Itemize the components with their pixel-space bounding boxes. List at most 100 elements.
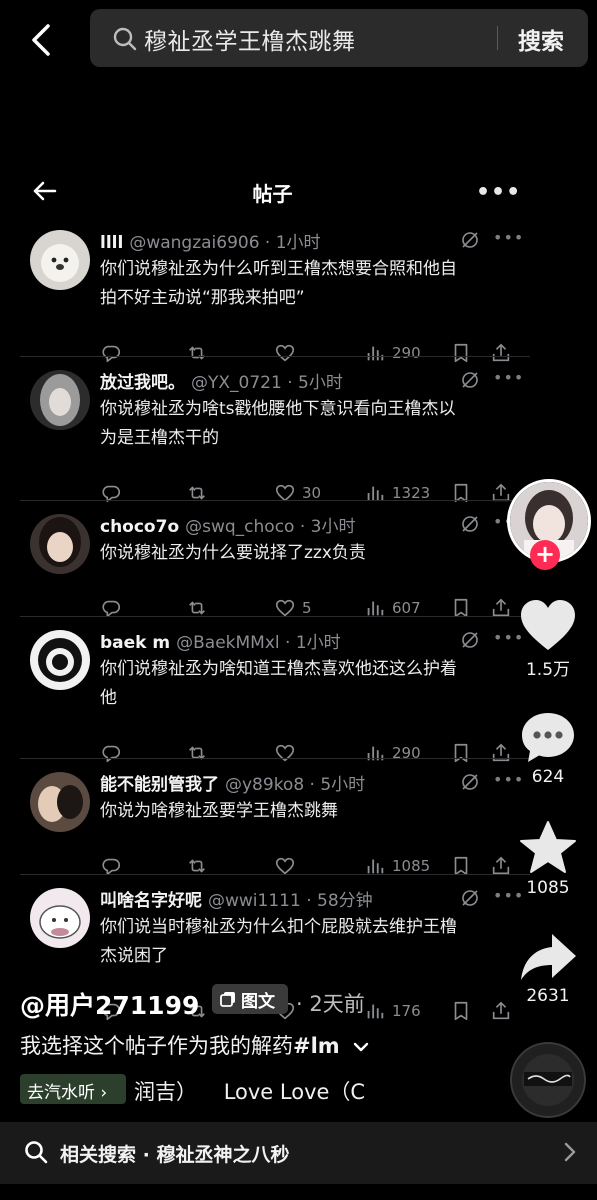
tweet-avatar[interactable] xyxy=(30,370,90,430)
reply-action[interactable] xyxy=(100,341,122,365)
tweet-handle: @wangzai6906 · 1小时 xyxy=(129,233,321,253)
tweet-divider xyxy=(20,500,530,501)
tweet-avatar[interactable] xyxy=(30,514,90,574)
tweet-text-line: 你们说穆祉丞为啥知道王橹杰喜欢他还这么护着 xyxy=(100,659,457,679)
share-icon xyxy=(492,743,510,762)
grok-icon xyxy=(462,890,478,906)
bookmark-icon xyxy=(454,343,468,363)
share-action[interactable] xyxy=(490,741,512,765)
bookmark-action[interactable] xyxy=(450,999,472,1023)
grok-icon xyxy=(462,232,478,248)
tweet-more-icon: ••• xyxy=(493,368,525,387)
tweet-handle: @y89ko8 · 5小时 xyxy=(225,775,366,795)
share-action[interactable] xyxy=(490,481,512,505)
retweet-action[interactable] xyxy=(186,741,208,765)
share-action[interactable] xyxy=(490,341,512,365)
like-heart-icon xyxy=(275,344,295,362)
views-chart-icon xyxy=(367,746,384,761)
bookmark-action[interactable] xyxy=(450,741,472,765)
post-title: 帖子 xyxy=(252,182,293,206)
favorite-star-icon[interactable] xyxy=(518,820,578,876)
open-music-app-label: 去汽水听 › xyxy=(27,1083,108,1103)
tweet-view-count: 290 xyxy=(392,344,421,362)
tweet-view-count: 176 xyxy=(392,1002,421,1020)
tweet-actions: 290 xyxy=(100,741,520,765)
tweet-author-name: 能不能别管我了 xyxy=(100,775,219,795)
tweet-avatar[interactable] xyxy=(30,772,90,832)
tweet-handle: @swq_choco · 3小时 xyxy=(185,517,356,537)
views-chart-icon xyxy=(367,346,384,361)
favorite-count: 1085 xyxy=(526,878,570,898)
tweet-handle: @BaekMMxl · 1小时 xyxy=(176,633,341,653)
follow-button[interactable]: + xyxy=(530,540,560,570)
retweet-icon xyxy=(189,346,205,360)
tweet-text: 你们说当时穆祉丞为什么扣个屁股就去维护王橹 杰说困了 xyxy=(100,913,520,971)
bookmark-action[interactable] xyxy=(450,341,472,365)
grok-icon xyxy=(462,774,478,790)
music-disc-icon[interactable] xyxy=(510,1042,586,1118)
grok-icon xyxy=(462,372,478,388)
tweet-divider xyxy=(20,874,530,875)
search-input[interactable]: 穆祉丞学王橹杰跳舞 xyxy=(144,22,356,56)
caption-hashtag[interactable]: #lm xyxy=(293,1034,340,1058)
video-caption[interactable]: 我选择这个帖子作为我的解药#lm xyxy=(20,1030,370,1060)
tweet-actions: 30 1323 xyxy=(100,481,520,505)
views-action[interactable]: 290 xyxy=(364,741,421,765)
reply-action[interactable] xyxy=(100,481,122,505)
caption-text: 我选择这个帖子作为我的解药 xyxy=(20,1034,293,1058)
like-count: 1.5万 xyxy=(525,660,571,680)
search-divider xyxy=(497,26,498,50)
tweet-divider xyxy=(20,758,530,759)
tweet-author-line: 能不能别管我了 @y89ko8 · 5小时 xyxy=(100,770,365,795)
expand-caption-icon[interactable] xyxy=(352,1040,370,1054)
image-post-tag-label: 图文 xyxy=(241,992,275,1012)
like-heart-icon xyxy=(275,744,295,762)
tweet-author-line: 叫啥名字好呢 @wwi1111 · 58分钟 xyxy=(100,886,373,911)
tweet-author-line: baek m @BaekMMxl · 1小时 xyxy=(100,628,341,653)
tweet-view-count: 1085 xyxy=(392,857,431,875)
tweet-text-line: 杰说困了 xyxy=(100,946,168,966)
search-button[interactable]: 搜索 xyxy=(518,22,564,56)
author-name[interactable]: @用户271199 xyxy=(20,986,199,1022)
retweet-action[interactable] xyxy=(186,481,208,505)
retweet-icon xyxy=(189,746,205,760)
like-action[interactable] xyxy=(274,741,302,765)
tweet-text: 你说为啥穆祉丞要学王橹杰跳舞 xyxy=(100,797,520,826)
grok-icon xyxy=(462,632,478,648)
music-track-title[interactable]: 润吉） Love Love（C xyxy=(134,1076,365,1106)
tweet-text-line: 你们说穆祉丞为什么听到王橹杰想要合照和他自 xyxy=(100,259,457,279)
like-action[interactable]: 30 xyxy=(274,481,321,505)
tweet-text-line: 你说穆祉丞为什么要说择了zzx负责 xyxy=(100,543,366,563)
reply-icon xyxy=(102,745,120,763)
chevron-right-icon[interactable] xyxy=(560,1141,580,1163)
tweet-text-line: 你说为啥穆祉丞要学王橹杰跳舞 xyxy=(100,801,338,821)
tweet-text: 你们说穆祉丞为什么听到王橹杰想要合照和他自 拍不好主动说“那我来拍吧” xyxy=(100,255,520,313)
tweet-text: 你说穆祉丞为啥ts戳他腰他下意识看向王橹杰以 为是王橹杰干的 xyxy=(100,395,520,453)
views-action[interactable]: 176 xyxy=(364,999,421,1023)
views-chart-icon xyxy=(367,1004,384,1019)
grok-icon xyxy=(462,516,478,532)
share-icon xyxy=(492,343,510,362)
related-search-icon xyxy=(25,1141,48,1164)
reply-action[interactable] xyxy=(100,741,122,765)
views-action[interactable]: 1323 xyxy=(364,481,430,505)
share-arrow-icon[interactable] xyxy=(518,930,578,986)
tweet-text-line: 你说穆祉丞为啥ts戳他腰他下意识看向王橹杰以 xyxy=(100,399,456,419)
tweet-author-line: llll @wangzai6906 · 1小时 xyxy=(100,228,321,253)
bookmark-icon xyxy=(454,743,468,763)
heart-icon[interactable] xyxy=(518,598,578,654)
post-time: · 2天前 xyxy=(296,992,365,1016)
tweet-actions: 290 xyxy=(100,341,520,365)
related-search-label[interactable]: 相关搜索 · 穆祉丞神之八秒 xyxy=(60,1140,289,1167)
comment-icon[interactable] xyxy=(518,710,578,766)
like-action[interactable] xyxy=(274,341,302,365)
comment-count: 624 xyxy=(531,767,565,787)
tweet-avatar[interactable] xyxy=(30,630,90,690)
tweet-avatar[interactable] xyxy=(30,888,90,948)
tweet-text-line: 他 xyxy=(100,688,117,708)
back-arrow-icon[interactable] xyxy=(22,20,62,60)
views-action[interactable]: 290 xyxy=(364,341,421,365)
bookmark-action[interactable] xyxy=(450,481,472,505)
retweet-action[interactable] xyxy=(186,341,208,365)
tweet-avatar[interactable] xyxy=(30,230,90,290)
